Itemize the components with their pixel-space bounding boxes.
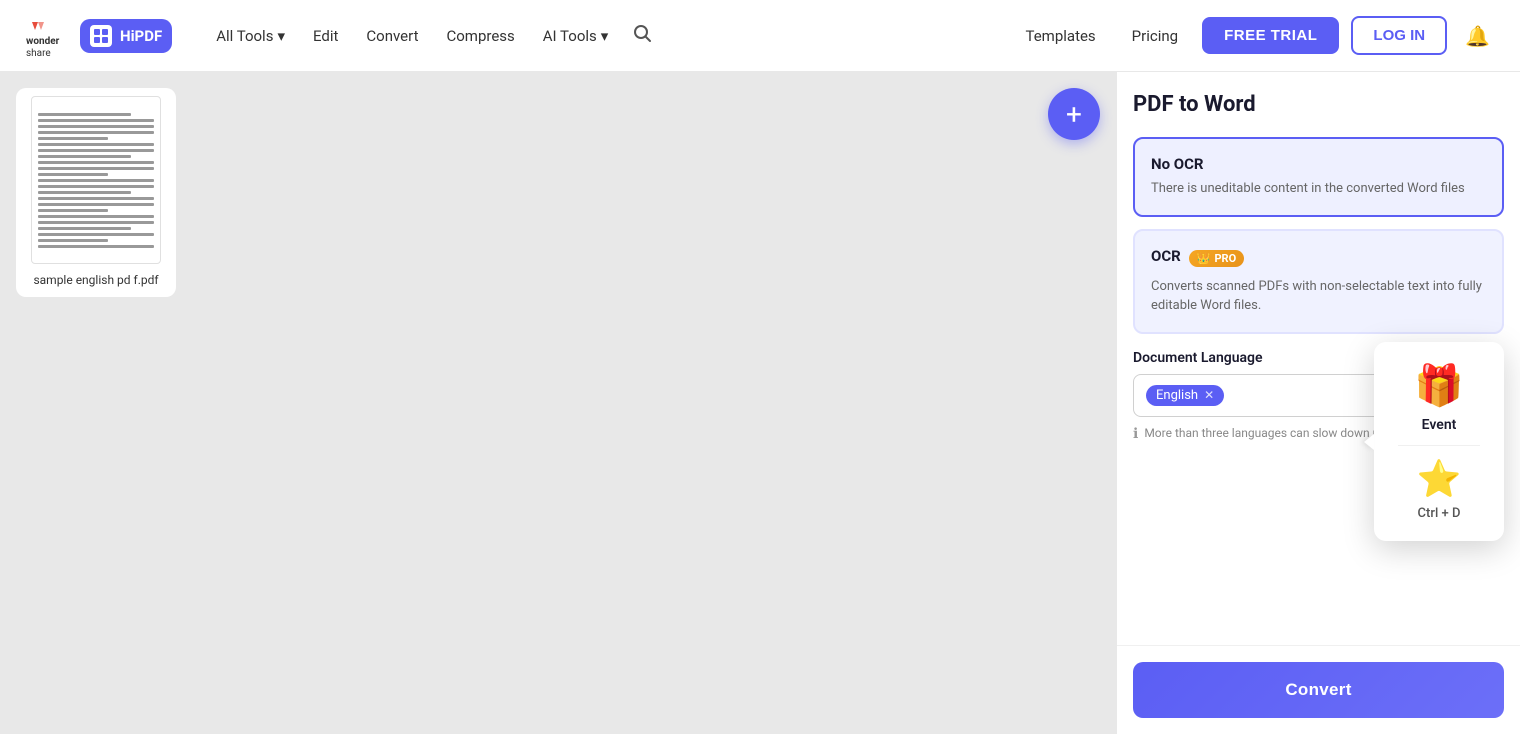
no-ocr-card[interactable]: No OCR There is uneditable content in th… — [1133, 137, 1504, 217]
templates-link[interactable]: Templates — [1014, 19, 1108, 53]
pdf-line — [38, 239, 108, 242]
no-ocr-title: No OCR — [1151, 155, 1486, 173]
pdf-line — [38, 119, 154, 122]
language-tag: English ✕ — [1146, 385, 1224, 406]
sidebar: PDF to Word No OCR There is uneditable c… — [1116, 72, 1520, 734]
shortcut-label: Ctrl + D — [1418, 506, 1461, 521]
free-trial-button[interactable]: FREE TRIAL — [1202, 17, 1339, 54]
convert-button-area: Convert — [1117, 645, 1520, 734]
sidebar-title: PDF to Word — [1133, 92, 1504, 117]
nav-ai-tools[interactable]: AI Tools ▾ — [531, 19, 621, 53]
language-tag-text: English — [1156, 388, 1198, 403]
pdf-line — [38, 131, 154, 134]
warning-icon: ℹ — [1133, 425, 1138, 445]
hipdf-logo[interactable]: HiPDF — [80, 19, 172, 53]
pdf-line — [38, 161, 154, 164]
hipdf-label: HiPDF — [120, 27, 162, 45]
main-nav: All Tools ▾ Edit Convert Compress AI Too… — [204, 15, 981, 56]
pdf-line — [38, 185, 154, 188]
pdf-line — [38, 227, 131, 230]
language-remove-icon[interactable]: ✕ — [1204, 388, 1214, 402]
crown-icon: 👑 — [1197, 252, 1211, 265]
pdf-line — [38, 179, 154, 182]
notification-bell-icon[interactable]: 🔔 — [1459, 18, 1496, 54]
pdf-line — [38, 173, 108, 176]
tooltip-popup: 🎁 Event ⭐ Ctrl + D — [1374, 342, 1504, 541]
pdf-line — [38, 137, 108, 140]
add-file-button[interactable]: + — [1048, 88, 1100, 140]
nav-convert[interactable]: Convert — [354, 19, 430, 53]
pro-badge: 👑 PRO — [1189, 250, 1244, 267]
pdf-line — [38, 209, 108, 212]
logo-area: wonder share HiPDF — [24, 14, 172, 58]
nav-edit[interactable]: Edit — [301, 19, 350, 53]
svg-text:wonder: wonder — [26, 36, 60, 47]
search-button[interactable] — [624, 15, 660, 56]
pdf-file-card[interactable]: sample english pd f.pdf — [16, 88, 176, 297]
pdf-line — [38, 125, 154, 128]
chevron-down-icon: ▾ — [277, 27, 285, 45]
pdf-line — [38, 113, 131, 116]
login-button[interactable]: LOG IN — [1351, 16, 1447, 55]
main-layout: + — [0, 72, 1520, 734]
ocr-description: Converts scanned PDFs with non-selectabl… — [1151, 277, 1486, 316]
header: wonder share HiPDF All Tools ▾ Edit Conv… — [0, 0, 1520, 72]
pdf-line — [38, 197, 154, 200]
pro-label: PRO — [1214, 252, 1236, 265]
pdf-line — [38, 245, 154, 248]
wondershare-logo[interactable]: wonder share — [24, 14, 68, 58]
pdf-line — [38, 221, 154, 224]
pdf-line — [38, 191, 131, 194]
convert-button[interactable]: Convert — [1133, 662, 1504, 718]
header-right: Templates Pricing FREE TRIAL LOG IN 🔔 — [1014, 16, 1497, 55]
pricing-link[interactable]: Pricing — [1120, 19, 1190, 53]
no-ocr-description: There is uneditable content in the conve… — [1151, 179, 1486, 199]
gift-icon: 🎁 — [1414, 362, 1464, 409]
nav-all-tools[interactable]: All Tools ▾ — [204, 19, 297, 53]
star-icon: ⭐ — [1417, 458, 1462, 500]
nav-compress[interactable]: Compress — [434, 19, 526, 53]
pdf-line — [38, 233, 154, 236]
event-label: Event — [1422, 417, 1457, 433]
ocr-title-row: OCR 👑 PRO — [1151, 247, 1486, 271]
pdf-line — [38, 203, 154, 206]
svg-text:share: share — [26, 48, 51, 58]
pdf-line — [38, 155, 131, 158]
canvas-area: + — [0, 72, 1116, 734]
tooltip-divider — [1398, 445, 1480, 446]
pdf-filename: sample english pd f.pdf — [33, 272, 158, 289]
ocr-title: OCR — [1151, 247, 1181, 265]
ocr-card[interactable]: OCR 👑 PRO Converts scanned PDFs with non… — [1133, 229, 1504, 334]
pdf-thumbnail — [31, 96, 161, 264]
tooltip-arrow — [1364, 434, 1374, 450]
pdf-line — [38, 167, 154, 170]
chevron-down-icon: ▾ — [601, 27, 609, 45]
hipdf-icon — [90, 25, 112, 47]
pdf-line — [38, 215, 154, 218]
pdf-line — [38, 149, 154, 152]
pdf-line — [38, 143, 154, 146]
pdf-preview-lines — [38, 113, 154, 248]
